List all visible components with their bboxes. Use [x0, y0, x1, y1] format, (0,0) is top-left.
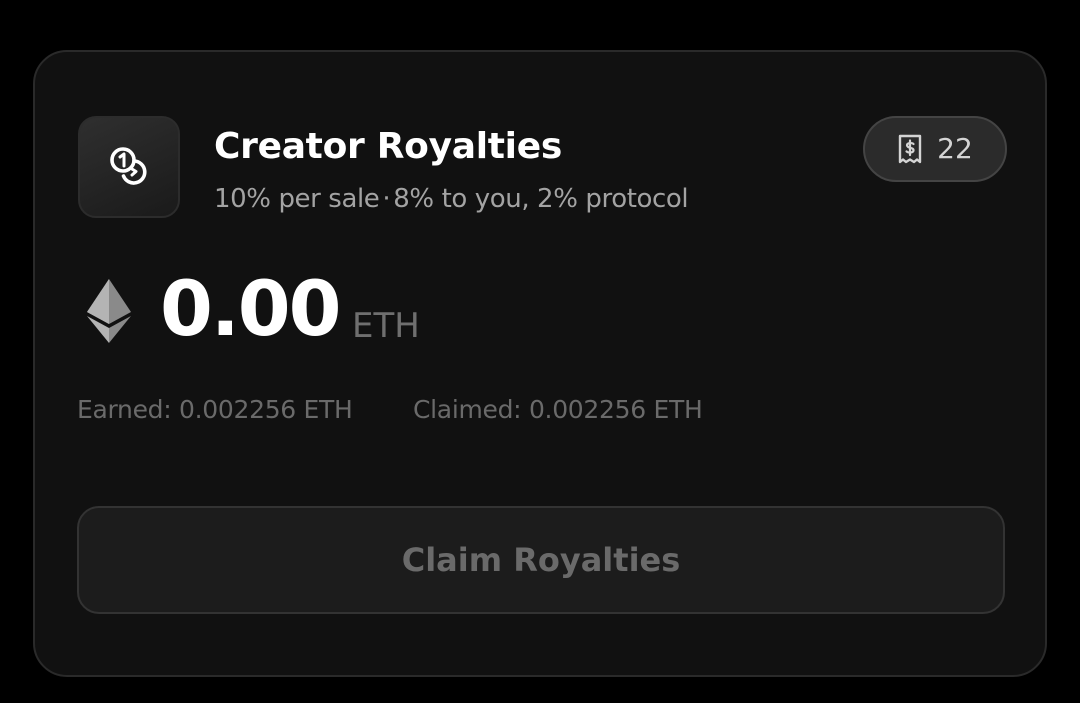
sales-count-badge[interactable]: 22	[863, 116, 1007, 182]
receipt-dollar-icon	[898, 134, 922, 164]
card-title: Creator Royalties	[214, 126, 562, 167]
royalty-split: 8% to you, 2% protocol	[393, 184, 689, 214]
coins-icon	[78, 116, 180, 218]
ethereum-icon	[87, 279, 131, 343]
claim-royalties-button[interactable]: Claim Royalties	[77, 506, 1005, 614]
claimed-total: Claimed: 0.002256 ETH	[413, 395, 703, 424]
royalty-rate: 10% per sale	[214, 184, 380, 214]
royalties-card: Creator Royalties 10% per sale · 8% to you…	[33, 50, 1047, 677]
sales-count: 22	[937, 132, 973, 165]
royalty-rate-description: 10% per sale · 8% to you, 2% protocol	[214, 182, 689, 216]
earned-total: Earned: 0.002256 ETH	[77, 395, 353, 424]
amount-unit: ETH	[352, 306, 420, 346]
separator-dot: ·	[382, 184, 391, 214]
claimable-amount: 0.00	[160, 264, 342, 353]
